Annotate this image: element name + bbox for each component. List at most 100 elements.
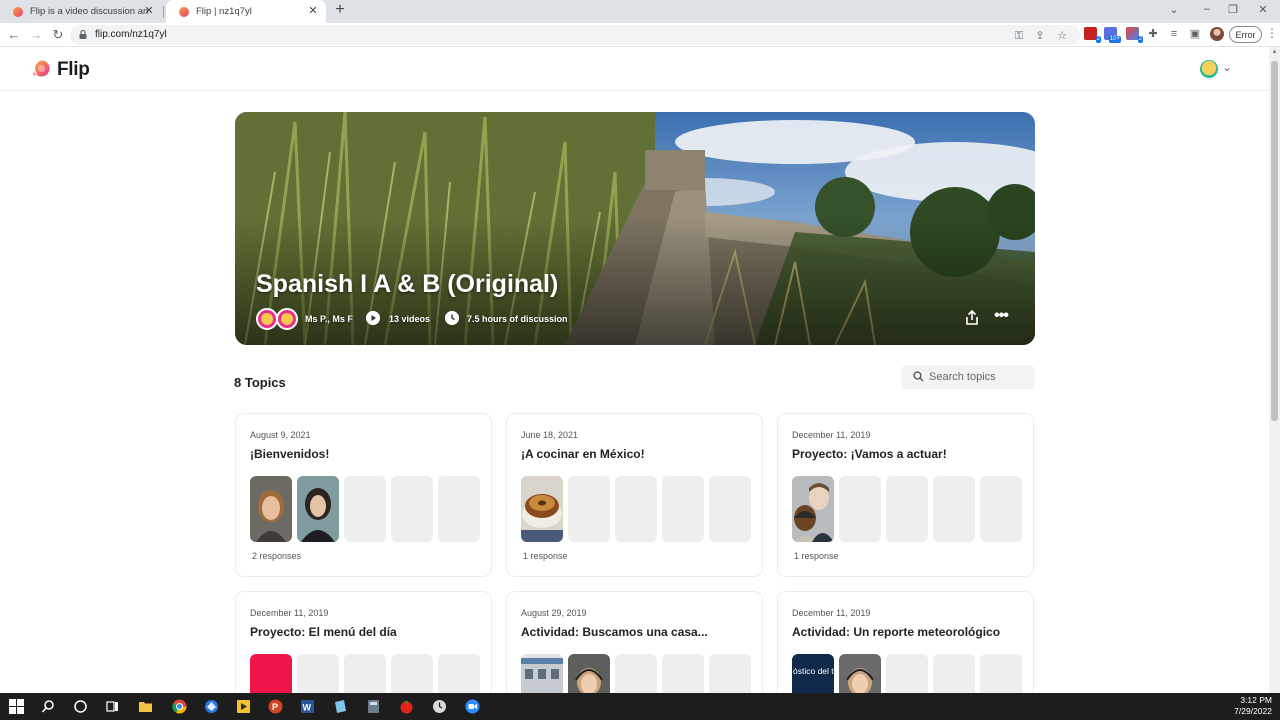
windows-start-icon[interactable]: [9, 699, 24, 714]
tomato-timer-icon[interactable]: [399, 699, 414, 714]
empty-response-slot: [933, 476, 975, 542]
reading-list-icon[interactable]: ≡: [1167, 27, 1181, 41]
extension-calendar-icon[interactable]: 10+: [1104, 27, 1121, 43]
profile-avatar[interactable]: [1210, 27, 1224, 41]
extension-red-icon[interactable]: 2: [1084, 27, 1101, 43]
response-thumbnail[interactable]: [297, 476, 339, 542]
tab-search-chevron-icon[interactable]: ⌄: [1167, 3, 1181, 16]
response-thumbnail[interactable]: [250, 476, 292, 542]
task-view-icon[interactable]: [105, 699, 120, 714]
play-icon: [366, 311, 380, 325]
extension-multicolor-icon[interactable]: 2: [1126, 27, 1143, 43]
search-topics-input[interactable]: [929, 368, 1029, 386]
calculator-icon[interactable]: [366, 699, 381, 714]
smiley-face-icon: [281, 313, 293, 325]
window-close-icon[interactable]: ✕: [1256, 3, 1270, 16]
flip-favicon-icon: [13, 6, 23, 17]
extension-badge: 2: [1137, 36, 1143, 43]
discussion-duration: 7.5 hours of discussion: [467, 314, 568, 324]
new-tab-plus-icon[interactable]: +: [331, 1, 349, 19]
tab-close-icon[interactable]: ✕: [142, 4, 156, 17]
extension-badge: 2: [1095, 36, 1101, 43]
key-icon[interactable]: ⚿: [1012, 29, 1026, 43]
topic-date: December 11, 2019: [250, 608, 329, 618]
side-panel-icon[interactable]: ▣: [1188, 27, 1202, 41]
extensions-puzzle-icon[interactable]: ✚: [1146, 27, 1160, 41]
group-owners: Ms P., Ms F: [305, 314, 353, 324]
topic-card[interactable]: June 18, 2021 ¡A cocinar en México! 1 re…: [506, 413, 763, 577]
yellow-app-icon[interactable]: [236, 699, 251, 714]
topic-title[interactable]: Proyecto: ¡Vamos a actuar!: [792, 447, 947, 461]
response-count: 1 response: [523, 551, 568, 561]
scroll-thumb[interactable]: [1271, 61, 1278, 421]
topic-date: December 11, 2019: [792, 430, 871, 440]
empty-response-slot: [662, 476, 704, 542]
search-icon[interactable]: [41, 699, 56, 714]
extension-badge: 10+: [1108, 36, 1121, 43]
reload-icon[interactable]: ↻: [51, 27, 65, 43]
powerpoint-icon[interactable]: P: [268, 699, 283, 714]
chrome-icon[interactable]: [172, 699, 187, 714]
share-icon[interactable]: [963, 309, 981, 327]
topic-date: August 9, 2021: [250, 430, 311, 440]
zoom-icon[interactable]: [465, 699, 480, 714]
group-title: Spanish I A & B (Original): [256, 270, 559, 298]
network-app-icon[interactable]: [204, 699, 219, 714]
topic-search-box[interactable]: [901, 365, 1035, 389]
topic-date: December 11, 2019: [792, 608, 871, 618]
empty-response-slot: [615, 476, 657, 542]
address-bar[interactable]: flip.com/nz1q7yl ⚿ ⇪ ☆: [70, 25, 1080, 45]
flip-logo-text[interactable]: Flip: [57, 59, 90, 81]
file-explorer-icon[interactable]: [138, 699, 153, 714]
app-header: Flip ⌄: [0, 47, 1269, 91]
topic-card[interactable]: August 9, 2021 ¡Bienvenidos! 2 responses: [235, 413, 492, 577]
tab-close-icon[interactable]: ✕: [306, 4, 320, 17]
tab-title: Flip | nz1q7yl: [196, 6, 252, 17]
restore-icon[interactable]: ❐: [1226, 3, 1240, 16]
empty-response-slot: [839, 476, 881, 542]
owner-avatar[interactable]: [256, 308, 278, 330]
browser-tab-strip: Flip is a video discussion and sha ✕ Fli…: [0, 0, 1280, 23]
more-options-icon[interactable]: •••: [993, 308, 1009, 324]
response-thumbnail[interactable]: [792, 476, 834, 542]
chevron-down-icon[interactable]: ⌄: [1221, 61, 1233, 74]
topic-title[interactable]: ¡Bienvenidos!: [250, 447, 329, 461]
scroll-up-arrow-icon[interactable]: ▲: [1269, 49, 1280, 55]
flip-logo-icon[interactable]: [33, 60, 50, 77]
clock-app-icon[interactable]: [432, 699, 447, 714]
share-page-icon[interactable]: ⇪: [1033, 29, 1047, 43]
smiley-face-icon: [261, 313, 273, 325]
topic-title[interactable]: ¡A cocinar en México!: [521, 447, 645, 461]
response-count: 1 response: [794, 551, 839, 561]
topic-card[interactable]: December 11, 2019 Proyecto: ¡Vamos a act…: [777, 413, 1034, 577]
cortana-icon[interactable]: [73, 699, 88, 714]
browser-tab-flip-group[interactable]: Flip | nz1q7yl ✕: [166, 0, 326, 23]
svg-text:W: W: [303, 703, 312, 713]
browser-toolbar: ← → ↻ flip.com/nz1q7yl ⚿ ⇪ ☆ 2 10+ 2 ✚ ▣…: [0, 23, 1280, 47]
back-arrow-icon[interactable]: ←: [7, 27, 21, 43]
word-icon[interactable]: W: [300, 699, 315, 714]
video-thumbnail-image: [521, 476, 563, 542]
page-scrollbar[interactable]: ▲: [1269, 47, 1280, 693]
browser-tab-flip-home[interactable]: Flip is a video discussion and sha ✕: [0, 0, 162, 23]
minimize-icon[interactable]: –: [1200, 3, 1214, 15]
browser-menu-icon[interactable]: ⋮: [1266, 26, 1278, 40]
lock-icon: [79, 30, 87, 39]
profile-error-button[interactable]: Error: [1229, 26, 1262, 43]
video-thumbnail-image: [297, 476, 339, 542]
owner-avatar[interactable]: [276, 308, 298, 330]
topic-title[interactable]: Actividad: Buscamos una casa...: [521, 625, 708, 639]
notes-app-icon[interactable]: [333, 699, 348, 714]
topics-count: 8 Topics: [234, 375, 286, 390]
forward-arrow-icon[interactable]: →: [29, 27, 43, 43]
search-icon: [913, 371, 924, 382]
windows-taskbar: P W 3:12 PM 7/29/2022: [0, 693, 1280, 720]
taskbar-clock[interactable]: 3:12 PM 7/29/2022: [1234, 695, 1272, 717]
topic-title[interactable]: Proyecto: El menú del día: [250, 625, 397, 639]
topic-title[interactable]: Actividad: Un reporte meteorológico: [792, 625, 1000, 639]
bookmark-star-icon[interactable]: ☆: [1055, 29, 1069, 43]
response-thumbnail[interactable]: [521, 476, 563, 542]
topic-date: August 29, 2019: [521, 608, 587, 618]
user-avatar[interactable]: [1200, 60, 1218, 78]
clock-date: 7/29/2022: [1234, 706, 1272, 716]
